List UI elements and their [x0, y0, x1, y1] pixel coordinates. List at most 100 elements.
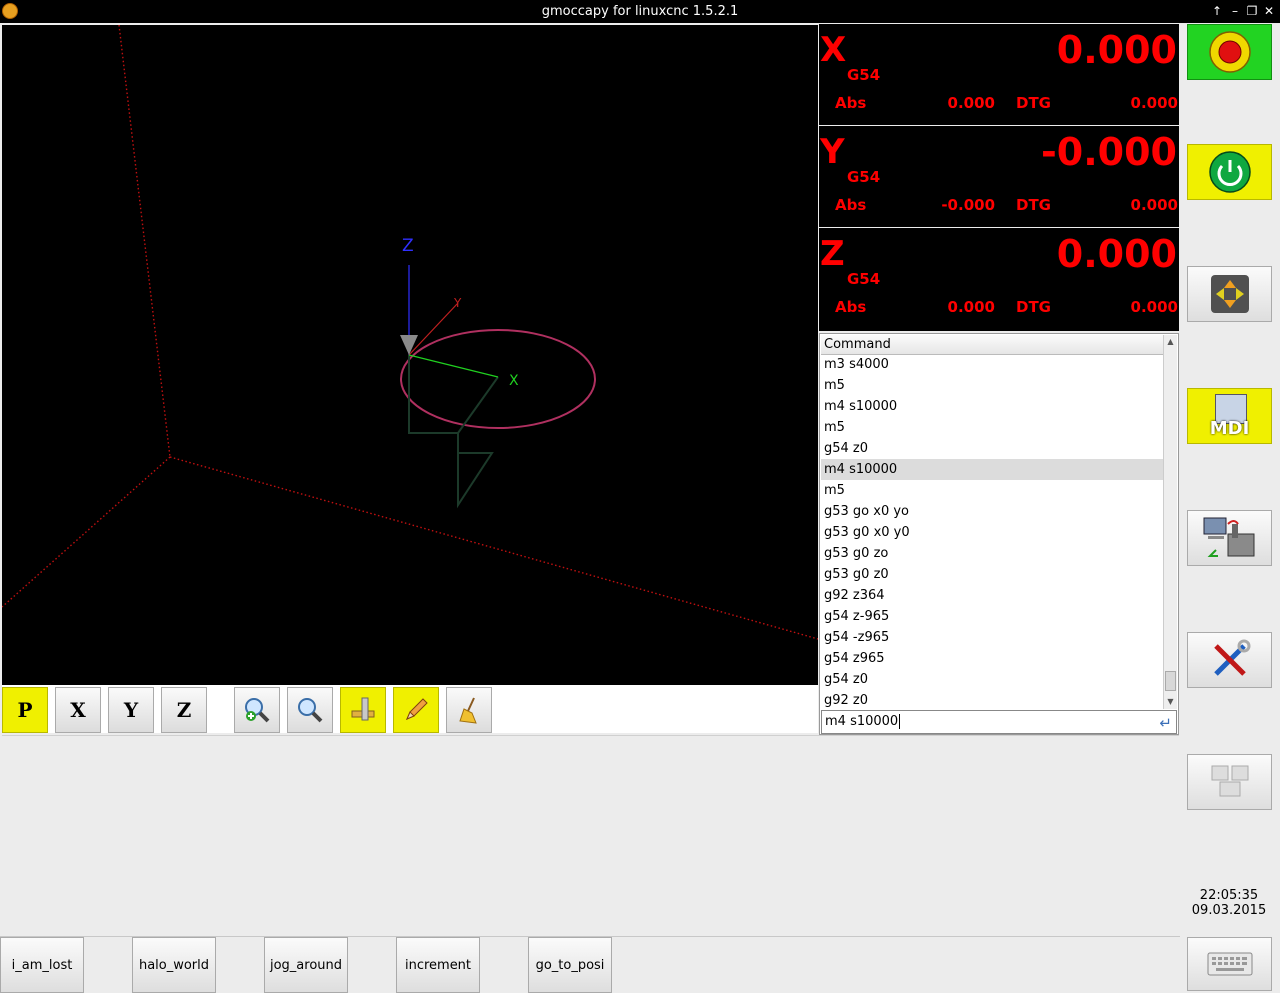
- mdi-mode-button[interactable]: MDI: [1187, 388, 1272, 444]
- macro-button-i-am-lost[interactable]: i_am_lost: [0, 937, 84, 993]
- dro-coord-system: G54: [847, 66, 881, 84]
- command-history-list[interactable]: m3 s4000 m5 m4 s10000 m5 g54 z0 m4 s10000 m5 g5…: [821, 354, 1163, 709]
- limit-edge: [169, 456, 818, 640]
- command-column-header[interactable]: Command: [821, 335, 1163, 355]
- command-history-item[interactable]: g92 z0: [821, 690, 1163, 709]
- view-p-label: P: [17, 698, 33, 722]
- dro-dtg-label: DTG: [1016, 94, 1051, 112]
- mdi-label: MDI: [1209, 418, 1250, 439]
- command-history-item[interactable]: g54 z-965: [821, 606, 1163, 627]
- view-z-button[interactable]: Z: [161, 687, 207, 733]
- clock-time: 22:05:35: [1199, 888, 1259, 903]
- auto-mode-button[interactable]: [1187, 510, 1272, 566]
- scroll-thumb[interactable]: [1165, 671, 1176, 691]
- command-history-item[interactable]: g53 g0 zo: [821, 543, 1163, 564]
- maximize-icon[interactable]: ❐: [1244, 3, 1260, 19]
- window-title: gmoccapy for linuxcnc 1.5.2.1: [541, 4, 739, 19]
- command-history-item[interactable]: m5: [821, 480, 1163, 501]
- command-history-item[interactable]: g54 z965: [821, 648, 1163, 669]
- macro-button-increment[interactable]: increment: [396, 937, 480, 993]
- toolpath-lines: [408, 355, 499, 509]
- minimize-icon[interactable]: –: [1227, 3, 1243, 19]
- scroll-up-icon[interactable]: ▲: [1164, 335, 1177, 349]
- zoom-in-button[interactable]: [234, 687, 280, 733]
- command-history-item[interactable]: g53 g0 z0: [821, 564, 1163, 585]
- command-history-item[interactable]: g53 g0 x0 y0: [821, 522, 1163, 543]
- dro-x[interactable]: X G54 0.000 Abs 0.000 DTG 0.000: [819, 24, 1179, 125]
- command-history-item[interactable]: g54 z0: [821, 669, 1163, 690]
- user-tabs-button[interactable]: [1187, 754, 1272, 810]
- show-dimensions-button[interactable]: [340, 687, 386, 733]
- dro-y[interactable]: Y G54 -0.000 Abs -0.000 DTG 0.000: [819, 126, 1179, 227]
- dro-abs-value: 0.000: [947, 94, 995, 112]
- gcode-preview[interactable]: Z Y X: [2, 25, 818, 685]
- jog-pad-icon: [1210, 275, 1249, 313]
- settings-button[interactable]: [1187, 632, 1272, 688]
- view-y-button[interactable]: Y: [108, 687, 154, 733]
- clock-date: 09.03.2015: [1191, 903, 1267, 918]
- x-axis-label: X: [509, 373, 519, 389]
- monitor-users-icon: [1211, 765, 1248, 797]
- dro-rel-value: -0.000: [1041, 130, 1177, 174]
- dro-abs-label: Abs: [835, 196, 867, 214]
- preview-canvas: Z Y X: [2, 25, 818, 640]
- y-axis-line: [408, 302, 459, 356]
- dro-dtg-value: 0.000: [1130, 196, 1178, 214]
- enter-icon[interactable]: ↵: [1159, 712, 1172, 734]
- macro-button-go-to-posi[interactable]: go_to_posi: [528, 937, 612, 993]
- command-history-item[interactable]: g53 go x0 yo: [821, 501, 1163, 522]
- command-history-item[interactable]: m3 s4000: [821, 354, 1163, 375]
- mdi-input-value: m4 s10000: [825, 714, 899, 729]
- text-cursor: [899, 714, 901, 729]
- macro-button-jog-around[interactable]: jog_around: [264, 937, 348, 993]
- keyboard-button[interactable]: [1187, 937, 1272, 991]
- command-history-item[interactable]: m4 s10000: [821, 459, 1163, 480]
- dro-abs-label: Abs: [835, 298, 867, 316]
- estop-button[interactable]: [1187, 24, 1272, 80]
- command-history-item[interactable]: m5: [821, 375, 1163, 396]
- command-history-item[interactable]: m5: [821, 417, 1163, 438]
- keep-above-icon[interactable]: ↑: [1209, 3, 1225, 19]
- dro-rel-value: 0.000: [1056, 232, 1177, 276]
- scroll-down-icon[interactable]: ▼: [1164, 695, 1177, 709]
- macro-button-halo-world[interactable]: halo_world: [132, 937, 216, 993]
- view-y-label: Y: [123, 698, 139, 722]
- dro-axis-letter: Y: [820, 132, 845, 172]
- show-tool-path-button[interactable]: [393, 687, 439, 733]
- y-axis-label: Y: [453, 296, 462, 310]
- history-scrollbar[interactable]: ▲ ▼: [1163, 335, 1177, 709]
- zoom-out-icon: [298, 698, 323, 723]
- manual-mode-button[interactable]: [1187, 266, 1272, 322]
- clock: 22:05:35 09.03.2015: [1184, 888, 1274, 918]
- close-icon[interactable]: ✕: [1261, 3, 1277, 19]
- mdi-icon: MDI: [1205, 394, 1255, 439]
- dro-coord-system: G54: [847, 168, 881, 186]
- x-axis-line: [408, 354, 499, 378]
- mdi-command-input[interactable]: m4 s10000 ↵: [821, 710, 1177, 734]
- broom-icon: [459, 697, 477, 724]
- view-x-button[interactable]: X: [55, 687, 101, 733]
- view-perspective-button[interactable]: P: [2, 687, 48, 733]
- tool-cone: [400, 335, 418, 355]
- view-z-label: Z: [176, 698, 192, 722]
- emergency-stop-icon: [1208, 31, 1251, 73]
- clear-plot-button[interactable]: [446, 687, 492, 733]
- dro-axis-letter: X: [820, 30, 847, 70]
- dro-dtg-value: 0.000: [1130, 298, 1178, 316]
- power-icon: [1208, 151, 1251, 193]
- computer-machine-icon: [1203, 517, 1254, 557]
- dro-axis-letter: Z: [820, 234, 845, 274]
- toolpath-circle: [400, 329, 596, 429]
- dimension-ruler-icon: [351, 697, 375, 721]
- info-area: [2, 735, 1179, 935]
- command-history-item[interactable]: g92 z364: [821, 585, 1163, 606]
- dro-z[interactable]: Z G54 0.000 Abs 0.000 DTG 0.000: [819, 228, 1179, 331]
- dro-dtg-label: DTG: [1016, 298, 1051, 316]
- dro-coord-system: G54: [847, 270, 881, 288]
- machine-power-button[interactable]: [1187, 144, 1272, 200]
- dro-abs-label: Abs: [835, 94, 867, 112]
- command-history-item[interactable]: g54 z0: [821, 438, 1163, 459]
- zoom-out-button[interactable]: [287, 687, 333, 733]
- command-history-item[interactable]: m4 s10000: [821, 396, 1163, 417]
- command-history-item[interactable]: g54 -z965: [821, 627, 1163, 648]
